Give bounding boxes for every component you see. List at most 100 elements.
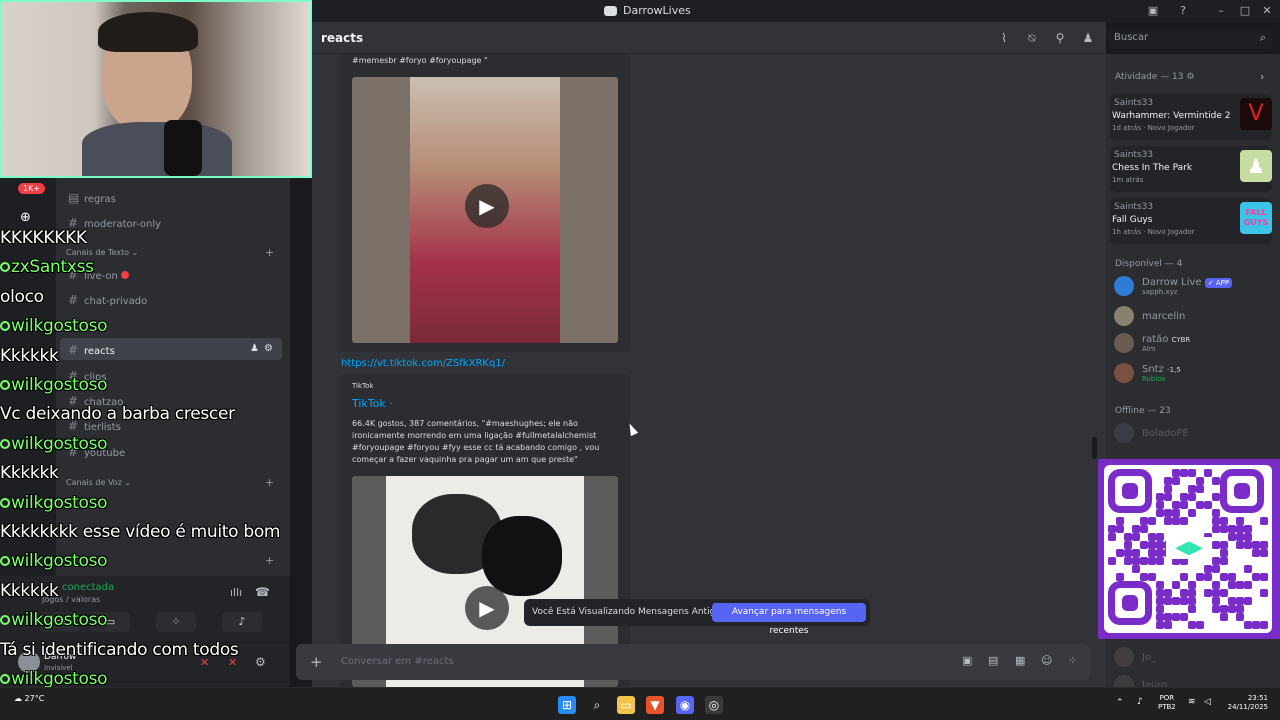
category-voice[interactable]: Canais de Voz ⌄	[66, 478, 131, 487]
user-badge-icon	[0, 674, 10, 684]
qr-module	[1132, 549, 1140, 557]
composer-input[interactable]: Conversar em #reacts	[341, 656, 454, 667]
qr-module	[1188, 621, 1196, 629]
member-item[interactable]: Sntz -1,5 Roblox	[1114, 363, 1181, 383]
gif-icon[interactable]: ▤	[988, 654, 998, 667]
mic-tray-icon[interactable]: ♪	[1137, 697, 1143, 707]
qr-module	[1228, 533, 1236, 541]
search-input[interactable]: Buscar ⌕	[1108, 28, 1272, 49]
qr-module	[1228, 525, 1236, 533]
qr-module	[1212, 525, 1220, 533]
pin-icon[interactable]: ⚲	[1053, 31, 1067, 45]
obs-icon[interactable]: ◎	[705, 696, 723, 714]
qr-module	[1236, 581, 1244, 589]
wifi-icon[interactable]: ≋	[1188, 697, 1196, 707]
qr-module	[1124, 549, 1132, 557]
qr-finder	[1220, 469, 1264, 513]
start-icon[interactable]: ⊞	[558, 696, 576, 714]
add-voice-channel-icon[interactable]: +	[265, 476, 274, 489]
user-settings-icon[interactable]: ⚙	[255, 655, 266, 669]
qr-module	[1172, 469, 1180, 477]
qr-module	[1108, 533, 1116, 541]
volume-icon[interactable]: ◁	[1204, 697, 1211, 707]
search-icon[interactable]: ⌕	[588, 696, 606, 714]
qr-module	[1164, 517, 1172, 525]
emoji-icon[interactable]: ☺	[1041, 654, 1052, 667]
settings-gear-icon[interactable]: ⚙	[264, 343, 273, 354]
category-text[interactable]: Canais de Texto ⌄	[66, 248, 138, 257]
add-server-icon[interactable]: ⊕	[20, 210, 31, 225]
maximize-icon[interactable]: □	[1238, 4, 1252, 17]
inbox-icon[interactable]: ▣	[1146, 4, 1160, 17]
chat-overlay-message: Kkkkkk	[0, 345, 59, 366]
play-icon[interactable]: ▶	[465, 586, 509, 630]
message-link[interactable]: https://vt.tiktok.com/ZSfkXRKq1/	[341, 358, 505, 369]
help-icon[interactable]: ?	[1176, 4, 1190, 17]
activities-button[interactable]: ⁘	[156, 612, 196, 632]
rules-icon: ▤	[68, 191, 80, 205]
gift-icon[interactable]: ▣	[962, 654, 972, 667]
jump-to-present-button[interactable]: Avançar para mensagens recentes	[712, 603, 866, 636]
message-composer[interactable]: + Conversar em #reacts ▣ ▤ ▦ ☺ ⁘	[296, 644, 1090, 680]
close-icon[interactable]: ✕	[1260, 4, 1274, 17]
qr-module	[1124, 557, 1132, 565]
qr-module	[1172, 613, 1180, 621]
member-item[interactable]: Darrow Live ✓ APP sapph.xyz	[1114, 276, 1233, 296]
attach-plus-icon[interactable]: +	[310, 653, 323, 671]
language-indicator[interactable]: POR PTB2	[1158, 694, 1176, 712]
member-item[interactable]: marcelin	[1114, 306, 1185, 326]
qr-module	[1156, 605, 1164, 613]
microphone	[164, 120, 202, 176]
qr-code: ◀▶	[1104, 465, 1272, 633]
discord-taskbar-icon[interactable]: ◉	[676, 696, 694, 714]
qr-module	[1236, 613, 1244, 621]
qr-module	[1172, 517, 1180, 525]
activity-card[interactable]: Saints33 Fall Guys 1h atrás · Novo Jogad…	[1110, 198, 1272, 244]
member-item[interactable]: ratão CYBR Alm	[1114, 333, 1190, 353]
qr-module	[1148, 541, 1156, 549]
qr-module	[1204, 589, 1212, 597]
add-channel-icon[interactable]: +	[265, 554, 274, 567]
soundboard-button[interactable]: ♪	[222, 612, 262, 632]
clock[interactable]: 23:51 24/11/2025	[1222, 694, 1268, 712]
threads-icon[interactable]: ⌇	[997, 31, 1011, 45]
qr-module	[1204, 565, 1212, 573]
invite-icon[interactable]: ♟	[250, 343, 259, 354]
channel-moderator-only[interactable]: # moderator-only	[60, 211, 282, 233]
qr-logo-icon: ◀▶	[1166, 537, 1212, 559]
channel-reacts[interactable]: # reacts ♟ ⚙	[60, 338, 282, 360]
embed-title[interactable]: TikTok ·	[352, 397, 393, 410]
qr-module	[1172, 477, 1180, 485]
brave-browser-icon[interactable]: ▼	[646, 696, 664, 714]
qr-module	[1148, 557, 1156, 565]
add-channel-icon[interactable]: +	[265, 246, 274, 259]
tray-chevron-icon[interactable]: ⌃	[1116, 698, 1124, 708]
video-thumbnail[interactable]: ▶	[352, 77, 618, 343]
minimize-icon[interactable]: –	[1214, 4, 1228, 17]
activity-card[interactable]: Saints33 Chess In The Park 1m atrás ♟	[1110, 146, 1272, 192]
scrollbar[interactable]	[1092, 437, 1097, 459]
qr-module	[1220, 525, 1228, 533]
member-item[interactable]: BoladoPE	[1114, 423, 1189, 443]
chat-overlay-username: wilkgostoso	[0, 434, 108, 454]
members-icon[interactable]: ♟	[1081, 31, 1095, 45]
apps-icon[interactable]: ⁘	[1068, 654, 1077, 667]
qr-module	[1212, 509, 1220, 517]
weather-widget[interactable]: ☁ 27°C	[14, 694, 44, 703]
channel-chat-privado[interactable]: # chat-privado	[60, 288, 282, 310]
qr-module	[1148, 573, 1156, 581]
qr-module	[1156, 509, 1164, 517]
qr-module	[1124, 533, 1132, 541]
disconnect-icon[interactable]: ☎	[255, 585, 270, 599]
play-icon[interactable]: ▶	[465, 184, 509, 228]
chat-overlay-message: Vc deixando a barba crescer	[0, 404, 235, 425]
sticker-icon[interactable]: ▦	[1015, 654, 1025, 667]
mute-bell-icon[interactable]: ⍉	[1025, 31, 1039, 45]
channel-regras[interactable]: ▤ regras	[60, 186, 282, 208]
noise-suppression-icon[interactable]: ıllı	[230, 586, 242, 599]
member-item[interactable]: Jo_	[1114, 647, 1156, 667]
qr-module	[1188, 469, 1196, 477]
file-explorer-icon[interactable]: ▭	[617, 696, 635, 714]
chevron-right-icon[interactable]: ›	[1260, 70, 1264, 83]
activity-card[interactable]: Saints33 Warhammer: Vermintide 2 1d atrá…	[1110, 94, 1272, 140]
